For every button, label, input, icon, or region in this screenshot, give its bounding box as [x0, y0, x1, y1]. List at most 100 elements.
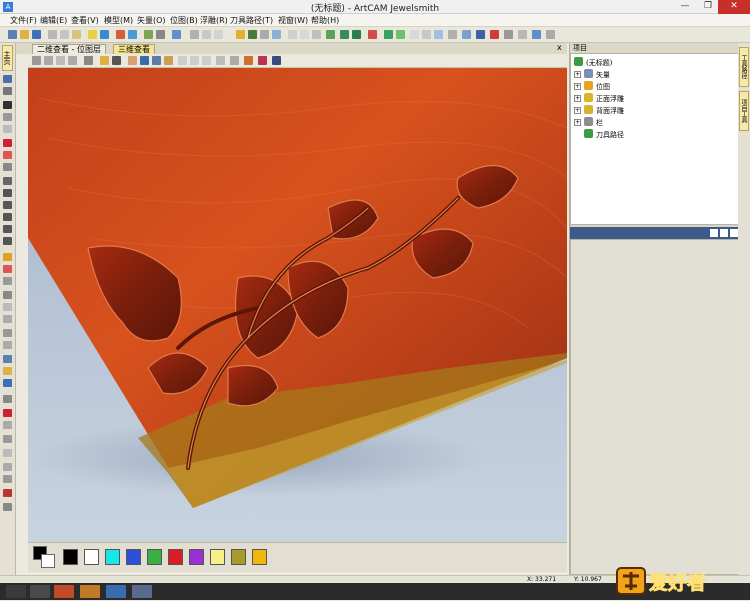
scan-icon[interactable]	[3, 355, 12, 363]
expand-icon[interactable]: +	[574, 107, 581, 114]
tree-item-front-relief[interactable]: + 正面浮雕	[574, 93, 624, 104]
scale-icon[interactable]	[422, 30, 431, 39]
save-icon[interactable]	[32, 30, 41, 39]
cursor-icon[interactable]	[260, 30, 269, 39]
snap-icon[interactable]	[3, 395, 12, 403]
explorer-icon[interactable]	[30, 585, 50, 598]
group-icon[interactable]	[300, 30, 309, 39]
swatch-black[interactable]	[63, 549, 78, 565]
render-view-icon[interactable]	[272, 56, 281, 65]
combine-icon[interactable]	[352, 30, 361, 39]
tree-icon[interactable]	[248, 30, 257, 39]
menu-vector[interactable]: 矢量(O)	[137, 15, 166, 26]
swatch-white[interactable]	[84, 549, 99, 565]
node-edit-icon[interactable]	[3, 113, 12, 121]
side-tab-home[interactable]: 主页	[2, 45, 13, 71]
bitmap-tool-icon[interactable]	[236, 30, 245, 39]
tab-2d-view[interactable]: 二维查看 - 位图层	[32, 44, 106, 54]
light-icon[interactable]	[100, 56, 109, 65]
view-iso-icon[interactable]	[32, 56, 41, 65]
menu-edit[interactable]: 编辑(E)	[40, 15, 67, 26]
import-icon[interactable]	[3, 367, 12, 375]
swatch-cyan[interactable]	[105, 549, 120, 565]
expand-icon[interactable]: +	[574, 95, 581, 102]
bevel-icon[interactable]	[3, 463, 12, 471]
menu-file[interactable]: 文件(F)	[10, 15, 37, 26]
panel-float-icon[interactable]	[710, 229, 718, 237]
knife-icon[interactable]	[3, 291, 12, 299]
app-taskbar-icon[interactable]	[80, 585, 100, 598]
eraser-icon[interactable]	[3, 163, 12, 171]
menu-toolpaths[interactable]: 刀具路径(T)	[230, 15, 273, 26]
swatch-light-yellow[interactable]	[210, 549, 225, 565]
weave-icon[interactable]	[476, 30, 485, 39]
view-side-icon[interactable]	[68, 56, 77, 65]
sculpt-icon[interactable]	[368, 30, 377, 39]
color-pick-icon[interactable]	[3, 265, 12, 273]
3d-viewport[interactable]	[28, 68, 567, 542]
axis-icon[interactable]	[140, 56, 149, 65]
tab-toolpaths[interactable]: 工具路径	[739, 47, 749, 87]
zoom-fit-icon[interactable]	[84, 56, 93, 65]
layers-panel-icon[interactable]	[3, 75, 12, 83]
undo-icon[interactable]	[88, 30, 97, 39]
redo-icon[interactable]	[100, 30, 109, 39]
rotate-icon[interactable]	[448, 30, 457, 39]
new-icon[interactable]	[8, 30, 17, 39]
text-icon[interactable]	[3, 237, 12, 245]
fill-icon[interactable]	[3, 253, 12, 261]
open-icon[interactable]	[20, 30, 29, 39]
start-icon[interactable]	[6, 585, 26, 598]
restore-button[interactable]: ❐	[697, 0, 719, 14]
menu-view[interactable]: 查看(V)	[71, 15, 99, 26]
wireframe-icon[interactable]	[178, 56, 187, 65]
model-icon[interactable]	[144, 30, 153, 39]
material-icon[interactable]	[128, 56, 137, 65]
measure-icon[interactable]	[504, 30, 513, 39]
menu-bitmap[interactable]: 位图(B)	[170, 15, 198, 26]
vector-tool-icon[interactable]	[272, 30, 281, 39]
zero-icon[interactable]	[384, 30, 393, 39]
tree-item-project[interactable]: (无标题)	[574, 57, 612, 68]
select-icon[interactable]	[190, 30, 199, 39]
slice-icon[interactable]	[3, 475, 12, 483]
spin-icon[interactable]	[112, 56, 121, 65]
fg-bg-color-selector[interactable]	[33, 546, 55, 568]
node-icon[interactable]	[202, 30, 211, 39]
chrome-icon[interactable]	[54, 585, 74, 598]
trim-icon[interactable]	[3, 315, 12, 323]
copy-icon[interactable]	[60, 30, 69, 39]
grid-icon[interactable]	[3, 87, 12, 95]
swatch-gold[interactable]	[252, 549, 267, 565]
layers-icon[interactable]	[172, 30, 181, 39]
menu-relief[interactable]: 浮雕(R)	[200, 15, 228, 26]
close-view-button[interactable]: x	[557, 43, 562, 52]
calc-icon[interactable]	[518, 30, 527, 39]
swatch-red[interactable]	[168, 549, 183, 565]
menu-model[interactable]: 模型(M)	[104, 15, 133, 26]
distort-icon[interactable]	[3, 449, 12, 457]
settings-icon[interactable]	[3, 503, 12, 511]
view-front-icon[interactable]	[56, 56, 65, 65]
menu-help[interactable]: 帮助(H)	[311, 15, 339, 26]
tree-item-vectors[interactable]: + 矢量	[574, 69, 610, 80]
transform-icon[interactable]	[214, 30, 223, 39]
paste-icon[interactable]	[72, 30, 81, 39]
tree-item-back-relief[interactable]: + 背面浮雕	[574, 105, 624, 116]
panel-pin-icon[interactable]	[720, 229, 728, 237]
offset-tool-icon[interactable]	[3, 341, 12, 349]
help-icon[interactable]	[128, 30, 137, 39]
shape-editor-icon[interactable]	[340, 30, 349, 39]
tree-item-rail[interactable]: + 栏	[574, 117, 603, 128]
polyline-icon[interactable]	[3, 177, 12, 185]
weld-icon[interactable]	[3, 421, 12, 429]
color-shade-icon[interactable]	[244, 56, 253, 65]
paint-icon[interactable]	[3, 489, 12, 497]
tree-item-toolpaths[interactable]: 刀具路径	[584, 129, 624, 140]
view-top-icon[interactable]	[44, 56, 53, 65]
artcam-taskbar-icon[interactable]	[132, 585, 152, 598]
wrap-icon[interactable]	[462, 30, 471, 39]
transform-tool-icon[interactable]	[3, 125, 12, 133]
overlay-icon[interactable]	[202, 56, 211, 65]
boolean-icon[interactable]	[3, 435, 12, 443]
